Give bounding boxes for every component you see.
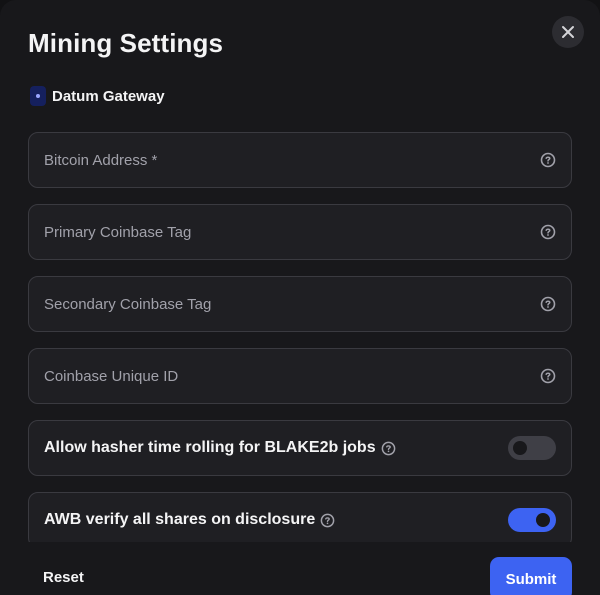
time-rolling-label: Allow hasher time rolling for BLAKE2b jo… — [44, 439, 376, 456]
help-icon[interactable] — [540, 224, 556, 240]
time-rolling-toggle-row: Allow hasher time rolling for BLAKE2b jo… — [28, 420, 572, 476]
primary-coinbase-tag-field[interactable] — [28, 204, 572, 260]
secondary-coinbase-tag-input[interactable] — [44, 295, 540, 313]
secondary-coinbase-tag-field[interactable] — [28, 276, 572, 332]
awb-verify-label: AWB verify all shares on disclosure — [44, 511, 316, 528]
coinbase-unique-id-field[interactable] — [28, 348, 572, 404]
awb-verify-toggle[interactable] — [508, 508, 556, 532]
submit-button[interactable]: Submit — [490, 557, 572, 595]
toggle-knob — [536, 513, 550, 527]
reset-button[interactable]: Reset — [28, 557, 99, 595]
awb-verify-toggle-row: AWB verify all shares on disclosure — [28, 492, 572, 542]
datum-app-icon — [30, 86, 46, 106]
coinbase-unique-id-input[interactable] — [44, 367, 540, 385]
mining-settings-modal: Mining Settings Datum Gateway Bitcoin Ad… — [0, 0, 600, 595]
toggle-knob — [513, 441, 527, 455]
help-icon[interactable] — [540, 296, 556, 312]
help-icon[interactable] — [320, 513, 335, 528]
bitcoin-address-input[interactable] — [44, 151, 540, 169]
modal-title: Mining Settings — [28, 28, 224, 58]
close-icon — [562, 26, 574, 38]
close-button[interactable] — [552, 16, 584, 48]
primary-coinbase-tag-input[interactable] — [44, 223, 540, 241]
time-rolling-toggle[interactable] — [508, 436, 556, 460]
settings-form[interactable]: Allow hasher time rolling for BLAKE2b jo… — [28, 132, 572, 542]
help-icon[interactable] — [381, 441, 396, 456]
bitcoin-address-field[interactable] — [28, 132, 572, 188]
help-icon[interactable] — [540, 368, 556, 384]
service-name: Datum Gateway — [52, 87, 165, 105]
help-icon[interactable] — [540, 152, 556, 168]
service-header: Datum Gateway — [30, 86, 165, 106]
